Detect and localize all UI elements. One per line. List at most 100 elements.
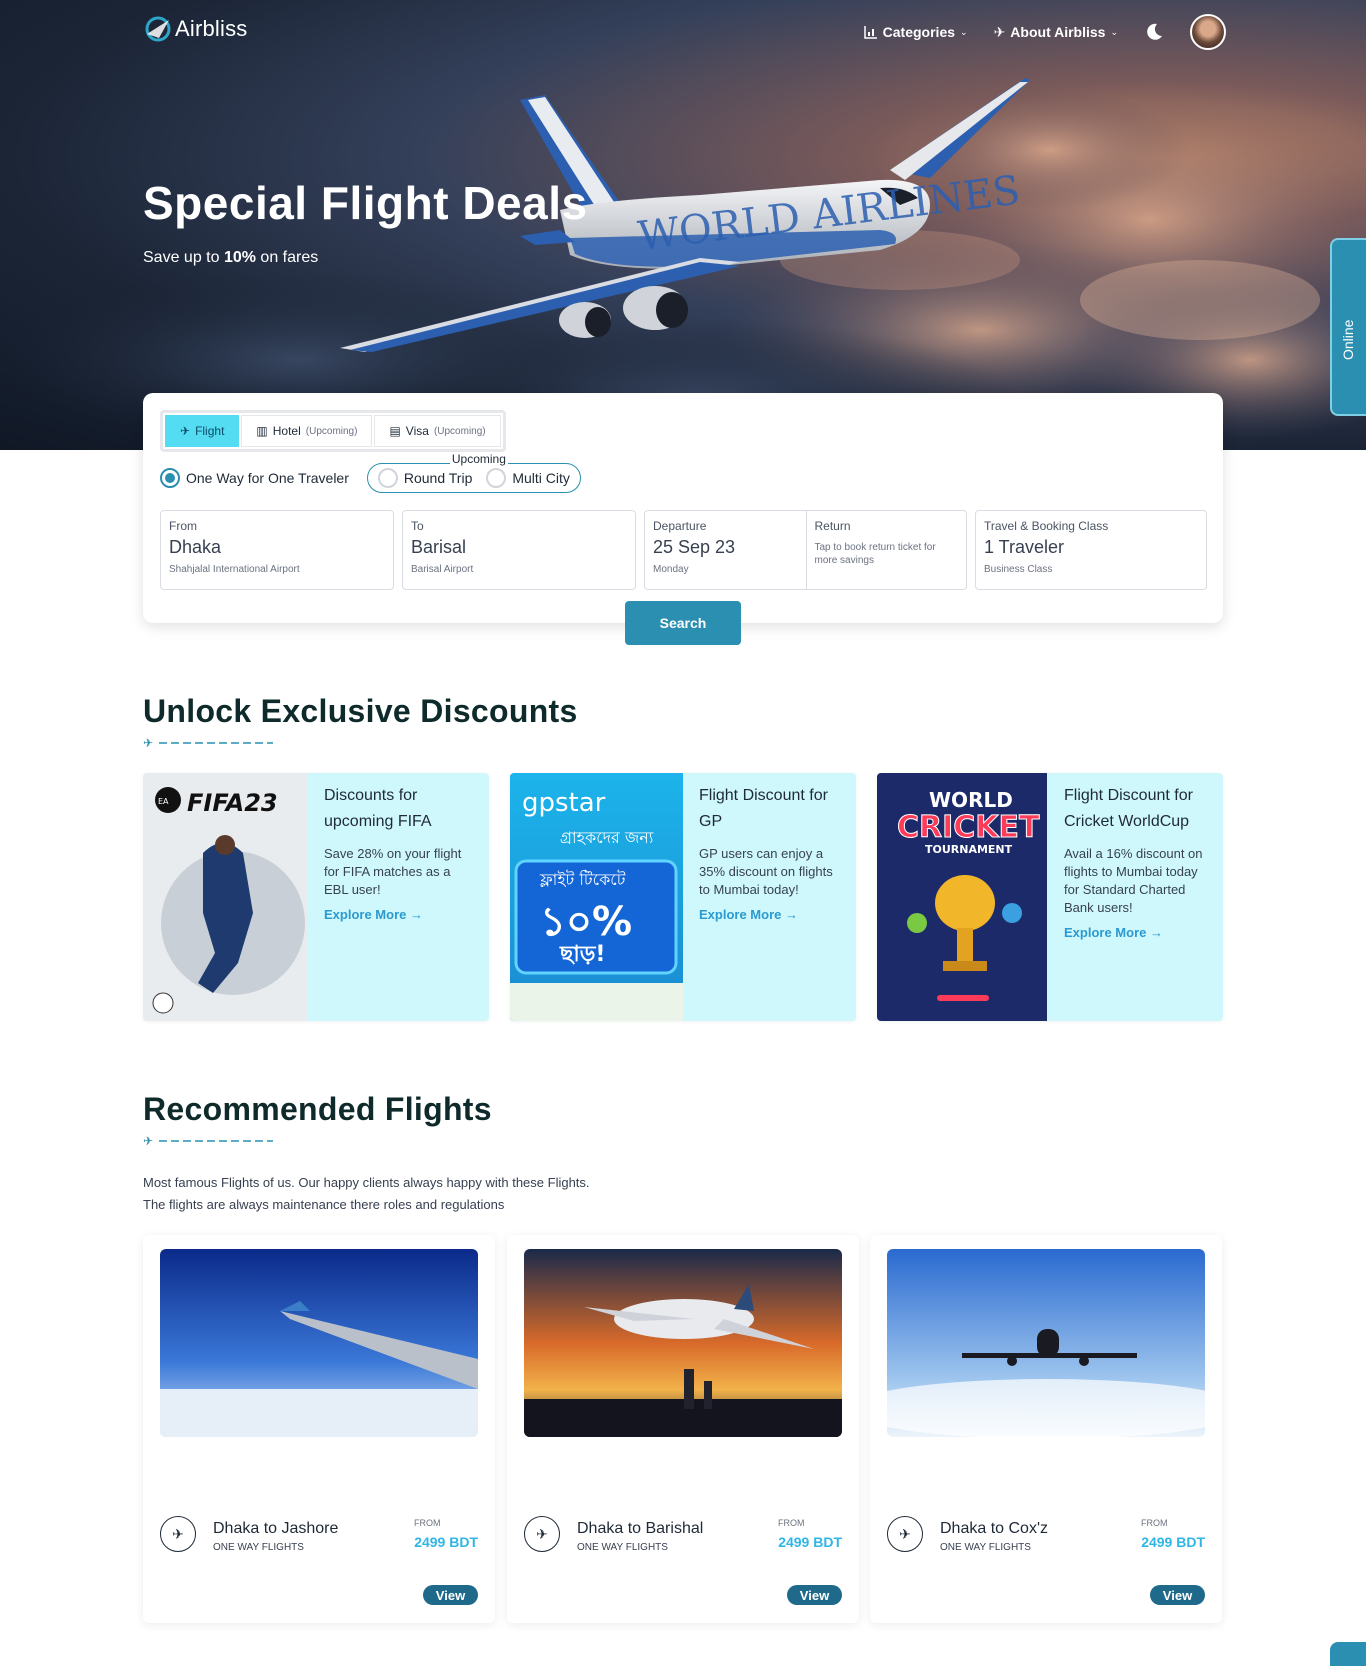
- deal-body: Flight Discount for Cricket WorldCup Ava…: [1064, 783, 1211, 940]
- flight-price: 2499 BDT: [414, 1534, 478, 1550]
- departure-value: 25 Sep 23: [653, 537, 736, 557]
- hotel-icon: ▥: [256, 424, 268, 438]
- deal-image-gp: gpstar গ্রাহকদের জন্য ফ্লাইট টিকেটে ১০% …: [510, 773, 683, 1021]
- dark-mode-moon-icon[interactable]: [1144, 22, 1164, 42]
- nav-about-label: About Airbliss: [1010, 24, 1106, 40]
- hero-title: Special Flight Deals: [143, 177, 588, 229]
- tab-hotel-note: (Upcoming): [305, 425, 358, 437]
- chevron-down-icon: ⌄: [960, 26, 968, 37]
- brand-name: Airbliss: [175, 16, 248, 41]
- deal-card-fifa[interactable]: EA FIFA23 Discounts for upcoming FIFA Sa…: [143, 773, 489, 1021]
- radio-unselected-indicator: [377, 468, 398, 488]
- tab-hotel[interactable]: ▥ Hotel (Upcoming): [241, 415, 373, 447]
- svg-text:EA: EA: [158, 797, 169, 806]
- nav-categories-dropdown[interactable]: Categories ⌄: [863, 24, 968, 40]
- nav-categories-label: Categories: [882, 24, 956, 40]
- flight-takeoff-icon: ✈: [887, 1516, 923, 1552]
- flight-photo: [524, 1249, 842, 1437]
- cricket-poster-line1: WORLD: [929, 788, 1013, 812]
- booking-class: Business Class: [984, 564, 1053, 575]
- price-from-label: FROM: [414, 1518, 441, 1528]
- flight-takeoff-icon: ✈: [524, 1516, 560, 1552]
- flight-search-card: ✈ Flight ▥ Hotel (Upcoming) ▤ Visa (Upco…: [143, 393, 1223, 645]
- return-hint: Tap to book return ticket for more savin…: [814, 542, 936, 566]
- flight-card-jashore[interactable]: ✈ Dhaka to Jashore ONE WAY FLIGHTS FROM …: [143, 1235, 495, 1623]
- airbliss-logo-icon: [145, 16, 171, 42]
- flight-price: 2499 BDT: [778, 1534, 842, 1550]
- traveler-count: 1 Traveler: [984, 537, 1065, 557]
- tab-flight[interactable]: ✈ Flight: [165, 415, 240, 447]
- online-tab-label: Online: [1340, 319, 1356, 360]
- cricket-poster-image: WORLD CRICKET TOURNAMENT: [877, 773, 1047, 1021]
- one-way-radio[interactable]: One Way for One Traveler: [160, 468, 349, 488]
- brand-logo[interactable]: Airbliss: [143, 14, 248, 44]
- fifa-poster-image: EA FIFA23: [143, 773, 308, 1021]
- tab-visa[interactable]: ▤ Visa (Upcoming): [374, 415, 501, 447]
- flight-photo: [160, 1249, 478, 1437]
- nav-about-dropdown[interactable]: ✈ About Airbliss ⌄: [994, 24, 1118, 41]
- search-fields: From Dhaka Shahjalal International Airpo…: [160, 510, 1207, 590]
- plane-blue-sky-image: [887, 1249, 1205, 1437]
- top-navbar: Airbliss Categories ⌄ ✈ About Airbliss ⌄: [0, 0, 1366, 58]
- tab-flight-label: Flight: [195, 424, 225, 438]
- explore-more-link[interactable]: Explore More →: [699, 907, 844, 922]
- date-fields: Departure 25 Sep 23 Monday Return Tap to…: [644, 510, 967, 590]
- travelers-class-field[interactable]: Travel & Booking Class 1 Traveler Busine…: [975, 510, 1207, 590]
- round-trip-label: Round Trip: [403, 470, 473, 486]
- gp-poster-line1: গ্রাহকদের জন্য: [560, 828, 654, 847]
- flight-kind: ONE WAY FLIGHTS: [213, 1542, 304, 1553]
- user-avatar[interactable]: [1190, 14, 1226, 50]
- search-button[interactable]: Search: [625, 601, 741, 645]
- return-field[interactable]: Return Tap to book return ticket for mor…: [805, 511, 967, 589]
- deal-title: Flight Discount for GP: [699, 787, 828, 830]
- flight-card-coxz[interactable]: ✈ Dhaka to Cox'z ONE WAY FLIGHTS FROM 24…: [870, 1235, 1222, 1623]
- plane-over-city-sunset-image: [524, 1249, 842, 1437]
- flight-card-barishal[interactable]: ✈ Dhaka to Barishal ONE WAY FLIGHTS FROM…: [507, 1235, 859, 1623]
- hero-subtitle-prefix: Save up to: [143, 249, 224, 266]
- hero-banner: WORLD AIRLINES Airbliss Categories ⌄ ✈ A…: [0, 0, 1366, 450]
- cricket-poster-line2: CRICKET: [897, 810, 1040, 845]
- view-button[interactable]: View: [1150, 1585, 1205, 1605]
- visa-card-icon: ▤: [389, 424, 401, 438]
- to-label: To: [411, 519, 424, 533]
- round-trip-radio[interactable]: Round Trip: [377, 468, 473, 488]
- flight-price: 2499 BDT: [1141, 1534, 1205, 1550]
- tab-hotel-label: Hotel: [272, 424, 301, 438]
- to-field[interactable]: To Barisal Barisal Airport: [402, 510, 636, 590]
- flight-kind: ONE WAY FLIGHTS: [940, 1542, 1031, 1553]
- to-value: Barisal: [411, 537, 467, 557]
- departure-field[interactable]: Departure 25 Sep 23 Monday: [645, 511, 806, 589]
- from-value: Dhaka: [169, 537, 222, 557]
- price-from-label: FROM: [1141, 1518, 1168, 1528]
- nav-menu: Categories ⌄ ✈ About Airbliss ⌄: [863, 14, 1226, 50]
- from-field[interactable]: From Dhaka Shahjalal International Airpo…: [160, 510, 394, 590]
- flight-route: Dhaka to Barishal: [577, 1520, 704, 1537]
- departure-weekday: Monday: [653, 564, 689, 575]
- hero-subtitle-suffix: on fares: [255, 249, 319, 266]
- to-airport: Barisal Airport: [411, 564, 474, 575]
- recommended-section-title: Recommended Flights: [143, 1091, 492, 1127]
- explore-more-link[interactable]: Explore More →: [1064, 925, 1211, 940]
- multi-city-label: Multi City: [512, 470, 570, 486]
- svg-text:✈: ✈: [143, 1135, 153, 1147]
- tab-visa-note: (Upcoming): [433, 425, 486, 437]
- deal-image-fifa: EA FIFA23: [143, 773, 308, 1021]
- deal-card-gp[interactable]: gpstar গ্রাহকদের জন্য ফ্লাইট টিকেটে ১০% …: [510, 773, 856, 1021]
- trip-type-options: One Way for One Traveler Upcoming Round …: [160, 452, 581, 493]
- from-label: From: [169, 519, 197, 533]
- view-button[interactable]: View: [423, 1585, 478, 1605]
- deal-body: Discounts for upcoming FIFA Save 28% on …: [324, 783, 477, 922]
- online-chat-tab[interactable]: Online: [1330, 238, 1366, 416]
- departure-label: Departure: [653, 519, 707, 533]
- multi-city-radio[interactable]: Multi City: [486, 468, 570, 488]
- deal-card-cricket[interactable]: WORLD CRICKET TOURNAMENT Flight Discount…: [877, 773, 1223, 1021]
- chevron-down-icon: ⌄: [1110, 26, 1118, 37]
- radio-selected-indicator: [160, 468, 180, 488]
- gp-poster-line3: ১০%: [540, 899, 632, 945]
- travel-class-label: Travel & Booking Class: [984, 519, 1109, 533]
- explore-more-link[interactable]: Explore More →: [324, 907, 477, 922]
- scroll-to-top-button[interactable]: [1330, 1642, 1366, 1666]
- recommended-description: Most famous Flights of us. Our happy cli…: [143, 1172, 590, 1216]
- view-button[interactable]: View: [787, 1585, 842, 1605]
- upcoming-trip-types-group: Upcoming Round Trip Multi City: [366, 452, 581, 493]
